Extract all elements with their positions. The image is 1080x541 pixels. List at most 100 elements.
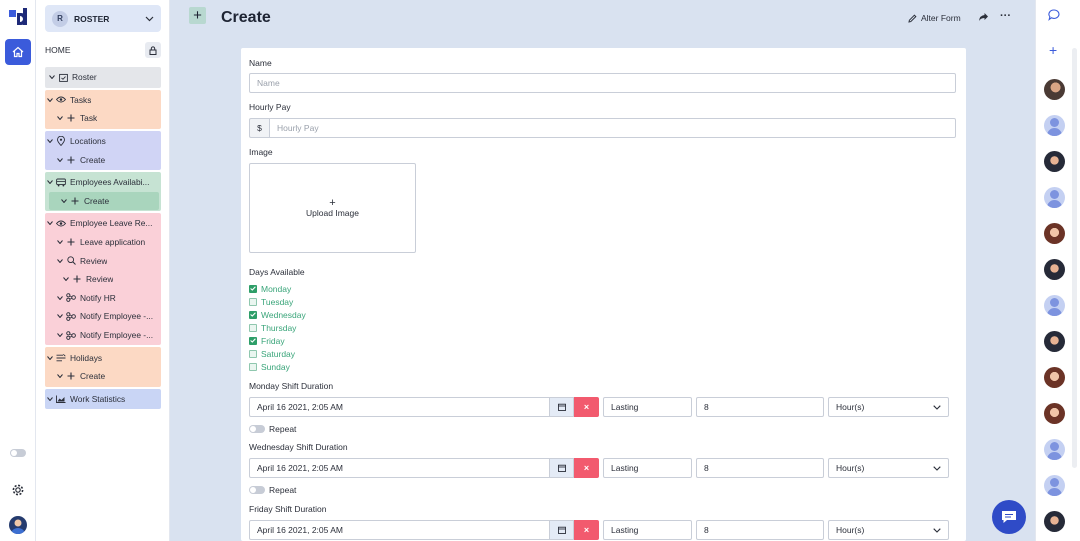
- checkbox-unchecked[interactable]: [249, 362, 257, 371]
- collaborator-avatar[interactable]: [1044, 295, 1065, 316]
- caret-down-icon[interactable]: [47, 180, 53, 185]
- caret-down-icon[interactable]: [57, 240, 63, 245]
- caret-down-icon[interactable]: [47, 139, 53, 144]
- checkbox-checked[interactable]: [249, 336, 257, 345]
- tree-item-leave-application[interactable]: Leave application: [45, 233, 161, 252]
- hourly-pay-input[interactable]: [269, 118, 956, 138]
- collaborator-avatar[interactable]: [1044, 511, 1065, 532]
- share-icon[interactable]: [978, 12, 989, 22]
- tree-item-notify-hr[interactable]: Notify HR: [45, 289, 161, 308]
- caret-down-icon[interactable]: [61, 199, 67, 203]
- day-option-saturday[interactable]: Saturday: [249, 347, 306, 360]
- caret-down-icon[interactable]: [47, 355, 53, 360]
- settings-gear-icon[interactable]: [11, 483, 25, 497]
- collaborator-avatar[interactable]: [1044, 403, 1065, 424]
- duration-amount-input[interactable]: 8: [696, 397, 824, 417]
- day-option-tuesday[interactable]: Tuesday: [249, 295, 306, 308]
- tree-item-review-review[interactable]: Review: [45, 270, 161, 289]
- repeat-switch[interactable]: [249, 425, 265, 433]
- caret-down-icon[interactable]: [57, 333, 63, 338]
- collaborator-avatar[interactable]: [1044, 259, 1065, 280]
- more-options-icon[interactable]: ···: [1000, 10, 1011, 22]
- caret-down-icon[interactable]: [63, 277, 69, 282]
- tree-item-tasks[interactable]: Tasks: [45, 91, 161, 110]
- collaborator-avatar[interactable]: [1044, 151, 1065, 172]
- user-avatar[interactable]: [9, 516, 27, 534]
- duration-unit-select[interactable]: Hour(s): [828, 458, 949, 478]
- caret-down-icon[interactable]: [47, 221, 53, 226]
- repeat-toggle-row[interactable]: Repeat: [249, 484, 956, 496]
- shift-datetime-input[interactable]: April 16 2021, 2:05 AM: [249, 397, 550, 417]
- day-option-thursday[interactable]: Thursday: [249, 321, 306, 334]
- collaborator-avatar[interactable]: [1044, 367, 1065, 388]
- caret-down-icon[interactable]: [49, 75, 55, 80]
- collaborator-avatar[interactable]: [1044, 79, 1065, 100]
- collaborator-avatar[interactable]: [1044, 475, 1065, 496]
- checkbox-unchecked[interactable]: [249, 297, 257, 306]
- calendar-button[interactable]: [550, 458, 574, 478]
- calendar-button[interactable]: [550, 520, 574, 540]
- caret-down-icon[interactable]: [57, 314, 63, 319]
- checkbox-checked[interactable]: [249, 310, 257, 319]
- caret-down-icon[interactable]: [57, 258, 63, 263]
- calendar-button[interactable]: [550, 397, 574, 417]
- day-option-monday[interactable]: Monday: [249, 282, 306, 295]
- lasting-select[interactable]: Lasting: [603, 397, 692, 417]
- tree-item-employee-leave[interactable]: Employee Leave Re...: [45, 214, 161, 233]
- tree-item-employees-availability[interactable]: Employees Availabi...: [45, 173, 161, 192]
- tree-item-review[interactable]: Review: [45, 251, 161, 270]
- tree-item-notify-employee-1[interactable]: Notify Employee -...: [45, 307, 161, 326]
- tree-item-locations-create[interactable]: Create: [45, 150, 161, 169]
- repeat-switch[interactable]: [249, 486, 265, 494]
- lasting-select[interactable]: Lasting: [603, 458, 692, 478]
- duration-unit-select[interactable]: Hour(s): [828, 520, 949, 540]
- collaborator-avatar[interactable]: [1044, 331, 1065, 352]
- tree-item-work-statistics[interactable]: Work Statistics: [45, 390, 161, 409]
- lasting-select[interactable]: Lasting: [603, 520, 692, 540]
- duration-unit-select[interactable]: Hour(s): [828, 397, 949, 417]
- theme-toggle[interactable]: [10, 449, 26, 457]
- day-option-friday[interactable]: Friday: [249, 334, 306, 347]
- caret-down-icon[interactable]: [47, 98, 53, 102]
- clear-datetime-button[interactable]: ×: [574, 458, 599, 478]
- tree-item-task[interactable]: Task: [45, 109, 161, 128]
- caret-down-icon[interactable]: [57, 374, 63, 379]
- tree-item-employees-create[interactable]: Create: [49, 191, 159, 211]
- collaborator-avatar[interactable]: [1044, 223, 1065, 244]
- tree-item-holidays[interactable]: Holidays: [45, 348, 161, 367]
- add-collaborator-icon[interactable]: +: [1049, 43, 1057, 57]
- repeat-toggle-row[interactable]: Repeat: [249, 423, 956, 435]
- caret-down-icon[interactable]: [57, 157, 63, 162]
- home-nav-button[interactable]: [5, 39, 31, 65]
- caret-down-icon[interactable]: [57, 116, 63, 121]
- name-input[interactable]: [249, 73, 956, 93]
- duration-amount-input[interactable]: 8: [696, 520, 824, 540]
- day-option-wednesday[interactable]: Wednesday: [249, 308, 306, 321]
- home-label[interactable]: HOME: [45, 45, 71, 55]
- comment-icon[interactable]: [1048, 9, 1060, 21]
- shift-datetime-input[interactable]: April 16 2021, 2:05 AM: [249, 458, 550, 478]
- tree-item-holidays-create[interactable]: Create: [45, 367, 161, 386]
- tree-item-notify-employee-2[interactable]: Notify Employee -...: [45, 326, 161, 345]
- day-option-sunday[interactable]: Sunday: [249, 360, 306, 373]
- app-logo-icon[interactable]: [9, 8, 27, 26]
- lock-button[interactable]: [145, 42, 161, 58]
- clear-datetime-button[interactable]: ×: [574, 397, 599, 417]
- collaborator-avatar[interactable]: [1044, 439, 1065, 460]
- chat-support-button[interactable]: [992, 500, 1026, 534]
- upload-image-dropzone[interactable]: + Upload Image: [249, 163, 416, 253]
- caret-down-icon[interactable]: [47, 396, 53, 401]
- collaborator-avatar[interactable]: [1044, 187, 1065, 208]
- clear-datetime-button[interactable]: ×: [574, 520, 599, 540]
- checkbox-unchecked[interactable]: [249, 323, 257, 332]
- tree-item-locations[interactable]: Locations: [45, 132, 161, 151]
- caret-down-icon[interactable]: [57, 296, 63, 300]
- create-plus-icon[interactable]: +: [189, 7, 206, 24]
- duration-amount-input[interactable]: 8: [696, 458, 824, 478]
- app-switcher[interactable]: R ROSTER: [45, 5, 161, 32]
- alter-form-button[interactable]: Alter Form: [908, 13, 961, 23]
- checkbox-checked[interactable]: [249, 284, 257, 293]
- checkbox-unchecked[interactable]: [249, 349, 257, 358]
- collaborator-avatar[interactable]: [1044, 115, 1065, 136]
- scrollbar-thumb[interactable]: [1072, 48, 1077, 468]
